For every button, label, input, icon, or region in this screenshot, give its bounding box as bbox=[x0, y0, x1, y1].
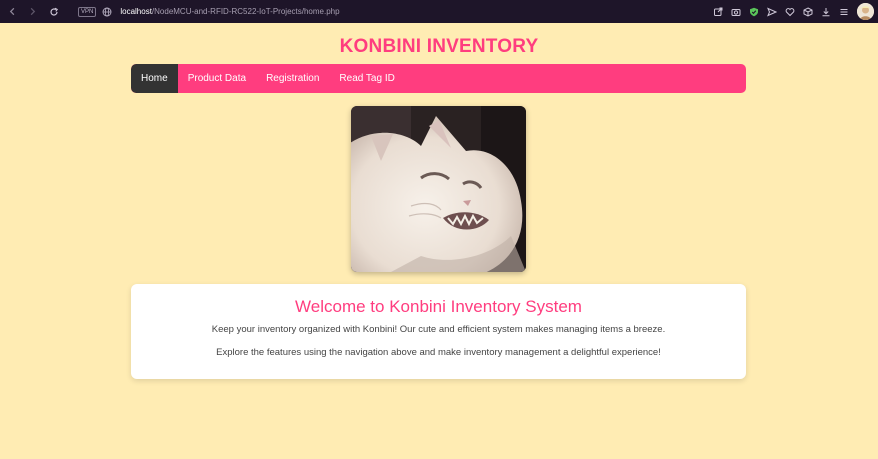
forward-icon[interactable] bbox=[22, 0, 42, 23]
site-title: KONBINI INVENTORY bbox=[339, 36, 539, 57]
nav-link-read-tag-id[interactable]: Read Tag ID bbox=[329, 64, 404, 93]
share-icon[interactable] bbox=[709, 0, 727, 23]
welcome-heading: Welcome to Konbini Inventory System bbox=[295, 297, 582, 316]
globe-icon bbox=[102, 7, 112, 16]
url-host: localhost bbox=[120, 7, 152, 16]
nav-link-product-data[interactable]: Product Data bbox=[178, 64, 256, 93]
cube-icon[interactable] bbox=[799, 0, 817, 23]
reload-icon[interactable] bbox=[44, 0, 64, 23]
main-navbar: Home Product Data Registration Read Tag … bbox=[131, 64, 746, 93]
nav-link-home[interactable]: Home bbox=[131, 64, 178, 93]
welcome-paragraph-1: Keep your inventory organized with Konbi… bbox=[211, 324, 666, 335]
menu-icon[interactable] bbox=[835, 0, 853, 23]
nav-link-registration[interactable]: Registration bbox=[256, 64, 329, 93]
browser-toolbar: VPN localhost/NodeMCU-and-RFID-RC522-IoT… bbox=[0, 0, 878, 23]
welcome-paragraph-2: Explore the features using the navigatio… bbox=[216, 347, 661, 358]
download-icon[interactable] bbox=[817, 0, 835, 23]
camera-icon[interactable] bbox=[727, 0, 745, 23]
shield-icon[interactable] bbox=[745, 0, 763, 23]
welcome-card: Welcome to Konbini Inventory System Keep… bbox=[131, 284, 746, 379]
address-bar[interactable]: localhost/NodeMCU-and-RFID-RC522-IoT-Pro… bbox=[120, 7, 339, 16]
send-icon[interactable] bbox=[763, 0, 781, 23]
back-icon[interactable] bbox=[2, 0, 22, 23]
vpn-badge[interactable]: VPN bbox=[78, 6, 97, 17]
profile-avatar[interactable] bbox=[857, 3, 874, 20]
hero-cat-image bbox=[351, 106, 526, 272]
heart-icon[interactable] bbox=[781, 0, 799, 23]
url-path: /NodeMCU-and-RFID-RC522-IoT-Projects/hom… bbox=[151, 7, 340, 16]
